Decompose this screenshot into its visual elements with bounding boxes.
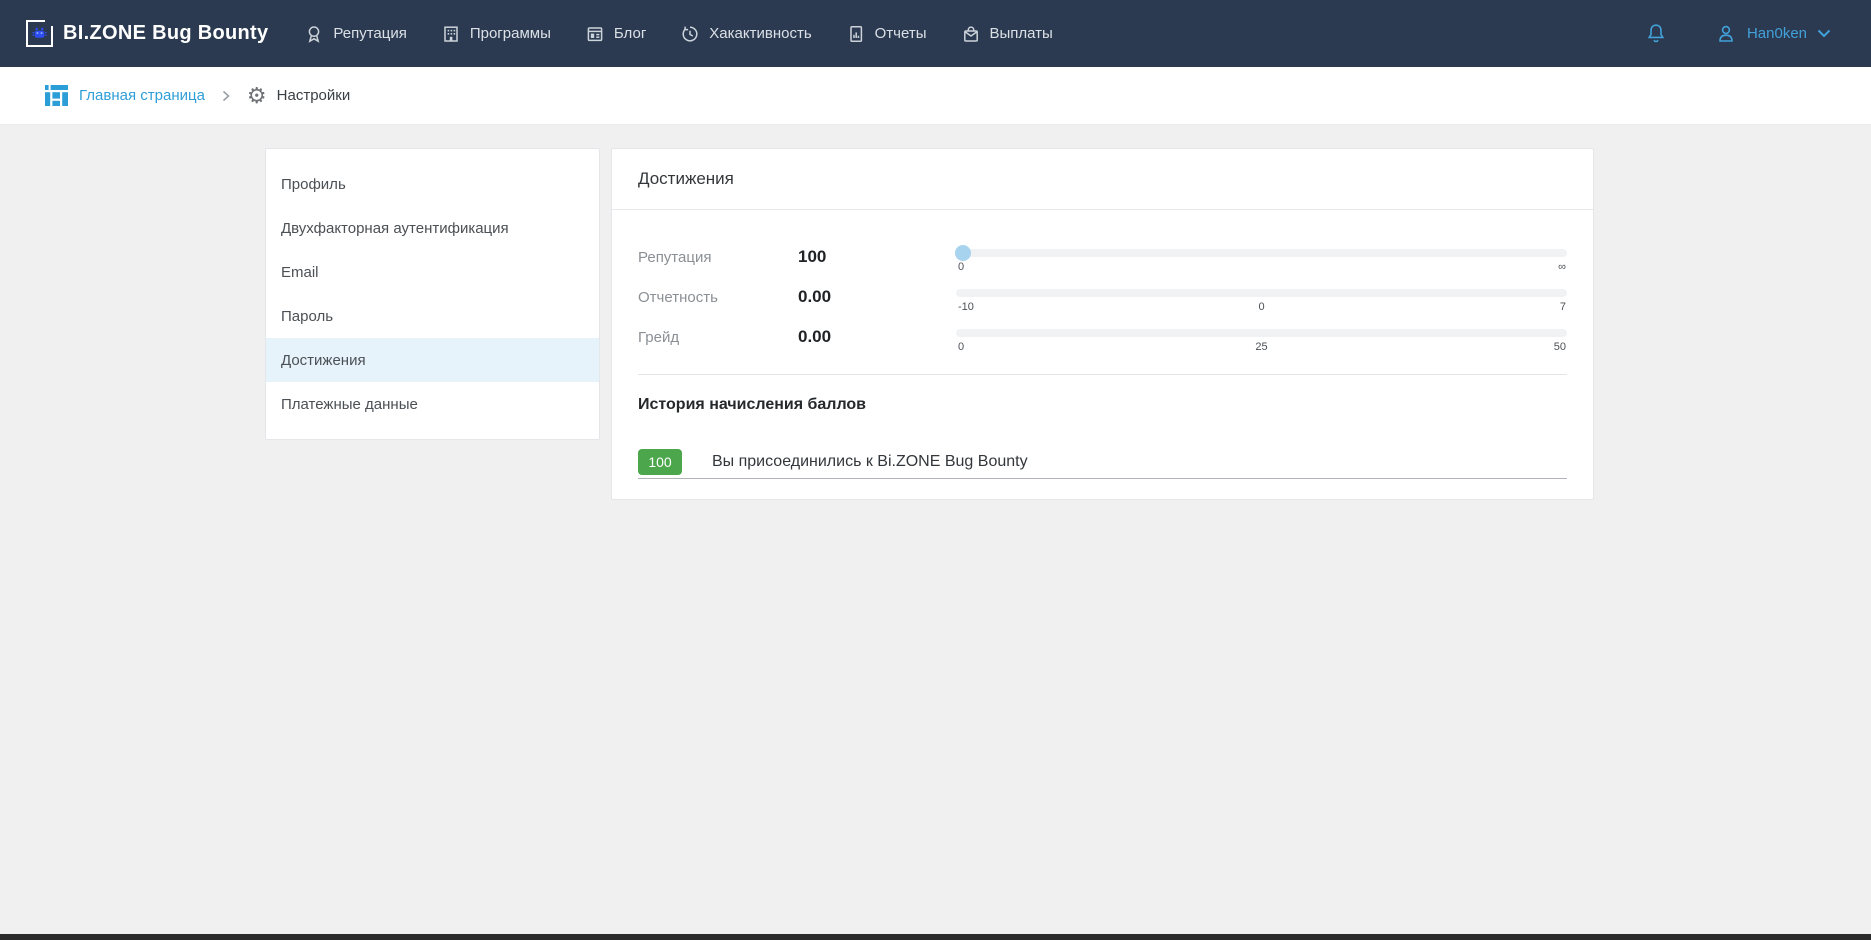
nav-item-reputation[interactable]: Репутация bbox=[304, 24, 406, 44]
gear-icon: ⚙ bbox=[247, 85, 267, 107]
sidebar-item-label: Достижения bbox=[281, 352, 366, 369]
sidebar-item-profile[interactable]: Профиль bbox=[266, 162, 599, 206]
nav-item-label: Программы bbox=[470, 25, 551, 42]
nav-item-hackactivity[interactable]: Хакактивность bbox=[680, 24, 811, 44]
chevron-down-icon bbox=[1817, 29, 1831, 38]
top-navbar: BI.ZONE Bug Bounty Репутация Программы bbox=[0, 0, 1871, 67]
settings-sidebar: Профиль Двухфакторная аутентификация Ema… bbox=[265, 148, 600, 440]
points-badge: 100 bbox=[638, 449, 682, 475]
navbar-right: Han0ken bbox=[1645, 22, 1831, 46]
tick-max: 50 bbox=[1554, 341, 1566, 353]
reputation-slider: 0 ∞ bbox=[956, 237, 1567, 277]
slider-track bbox=[956, 249, 1567, 257]
nav-item-label: Хакактивность bbox=[709, 25, 811, 42]
metric-value: 100 bbox=[798, 247, 956, 267]
sidebar-item-password[interactable]: Пароль bbox=[266, 294, 599, 338]
report-icon bbox=[846, 24, 866, 44]
chevron-right-icon bbox=[222, 90, 230, 102]
metric-row-reputation: Репутация 100 0 ∞ bbox=[638, 237, 1567, 277]
tick-mid: 25 bbox=[1255, 341, 1267, 353]
sidebar-item-label: Профиль bbox=[281, 176, 346, 193]
history-row: 100 Вы присоединились к Bi.ZONE Bug Boun… bbox=[638, 449, 1567, 479]
nav-item-reports[interactable]: Отчеты bbox=[846, 24, 927, 44]
tick-min: 0 bbox=[958, 341, 964, 353]
user-menu[interactable]: Han0ken bbox=[1715, 23, 1831, 45]
history-text: Вы присоединились к Bi.ZONE Bug Bounty bbox=[712, 453, 1028, 471]
slider-track bbox=[956, 329, 1567, 337]
breadcrumb-separator bbox=[222, 90, 230, 102]
metric-row-reporting: Отчетность 0.00 -10 0 7 bbox=[638, 277, 1567, 317]
slider-ticks: 0 ∞ bbox=[956, 261, 1567, 275]
metric-value: 0.00 bbox=[798, 327, 956, 347]
sidebar-item-email[interactable]: Email bbox=[266, 250, 599, 294]
points-history-title: История начисления баллов bbox=[638, 396, 1567, 414]
reporting-slider: -10 0 7 bbox=[956, 277, 1567, 317]
metric-label: Отчетность bbox=[638, 289, 798, 306]
user-name: Han0ken bbox=[1747, 25, 1807, 42]
history-icon bbox=[680, 24, 700, 44]
nav-item-label: Блог bbox=[614, 25, 646, 42]
building-icon bbox=[441, 24, 461, 44]
nav-item-label: Выплаты bbox=[990, 25, 1053, 42]
achievements-panel: Достижения Репутация 100 0 ∞ Отчетно bbox=[611, 148, 1594, 500]
notifications-button[interactable] bbox=[1645, 22, 1667, 46]
grade-slider: 0 25 50 bbox=[956, 317, 1567, 357]
tick-max: 7 bbox=[1560, 301, 1566, 313]
bug-icon bbox=[32, 27, 47, 40]
tick-min: -10 bbox=[958, 301, 974, 313]
sidebar-item-label: Пароль bbox=[281, 308, 333, 325]
slider-track bbox=[956, 289, 1567, 297]
brand-name: BI.ZONE Bug Bounty bbox=[63, 22, 268, 45]
nav-item-label: Репутация bbox=[333, 25, 406, 42]
breadcrumb: Главная страница ⚙ Настройки bbox=[0, 67, 1871, 125]
slider-ticks: -10 0 7 bbox=[956, 301, 1567, 315]
nav-item-payouts[interactable]: Выплаты bbox=[961, 24, 1053, 44]
newspaper-icon bbox=[585, 24, 605, 44]
dashboard-tiles-icon bbox=[45, 85, 68, 106]
slider-handle[interactable] bbox=[955, 245, 971, 261]
nav-item-programs[interactable]: Программы bbox=[441, 24, 551, 44]
metric-label: Репутация bbox=[638, 249, 798, 266]
payout-icon bbox=[961, 24, 981, 44]
nav-item-blog[interactable]: Блог bbox=[585, 24, 646, 44]
user-icon bbox=[1715, 23, 1737, 45]
breadcrumb-current-label: Настройки bbox=[277, 87, 351, 104]
tick-mid: 0 bbox=[1258, 301, 1264, 313]
breadcrumb-home-label: Главная страница bbox=[79, 87, 205, 104]
sidebar-item-label: Платежные данные bbox=[281, 396, 418, 413]
panel-title: Достижения bbox=[612, 149, 1593, 210]
footer-strip bbox=[0, 934, 1871, 940]
main-nav: Репутация Программы Бло bbox=[304, 24, 1052, 44]
breadcrumb-current: ⚙ Настройки bbox=[247, 85, 350, 107]
points-history-section: История начисления баллов 100 Вы присоед… bbox=[638, 396, 1567, 479]
sidebar-item-label: Двухфакторная аутентификация bbox=[281, 220, 509, 237]
metrics-section: Репутация 100 0 ∞ Отчетность 0.00 bbox=[638, 210, 1567, 375]
bell-icon bbox=[1645, 22, 1667, 46]
logo-notch bbox=[45, 19, 54, 26]
breadcrumb-home-link[interactable]: Главная страница bbox=[45, 85, 205, 106]
sidebar-item-label: Email bbox=[281, 264, 319, 281]
sidebar-item-achievements[interactable]: Достижения bbox=[266, 338, 599, 382]
nav-item-label: Отчеты bbox=[875, 25, 927, 42]
sidebar-item-payment-details[interactable]: Платежные данные bbox=[266, 382, 599, 426]
tick-max: ∞ bbox=[1558, 261, 1566, 273]
metric-label: Грейд bbox=[638, 329, 798, 346]
logo-icon bbox=[26, 20, 53, 47]
sidebar-item-2fa[interactable]: Двухфакторная аутентификация bbox=[266, 206, 599, 250]
metric-value: 0.00 bbox=[798, 287, 956, 307]
medal-icon bbox=[304, 24, 324, 44]
brand-logo[interactable]: BI.ZONE Bug Bounty bbox=[26, 20, 268, 47]
tick-min: 0 bbox=[958, 261, 964, 273]
metric-row-grade: Грейд 0.00 0 25 50 bbox=[638, 317, 1567, 357]
main-content: Профиль Двухфакторная аутентификация Ema… bbox=[0, 125, 1871, 940]
slider-ticks: 0 25 50 bbox=[956, 341, 1567, 355]
